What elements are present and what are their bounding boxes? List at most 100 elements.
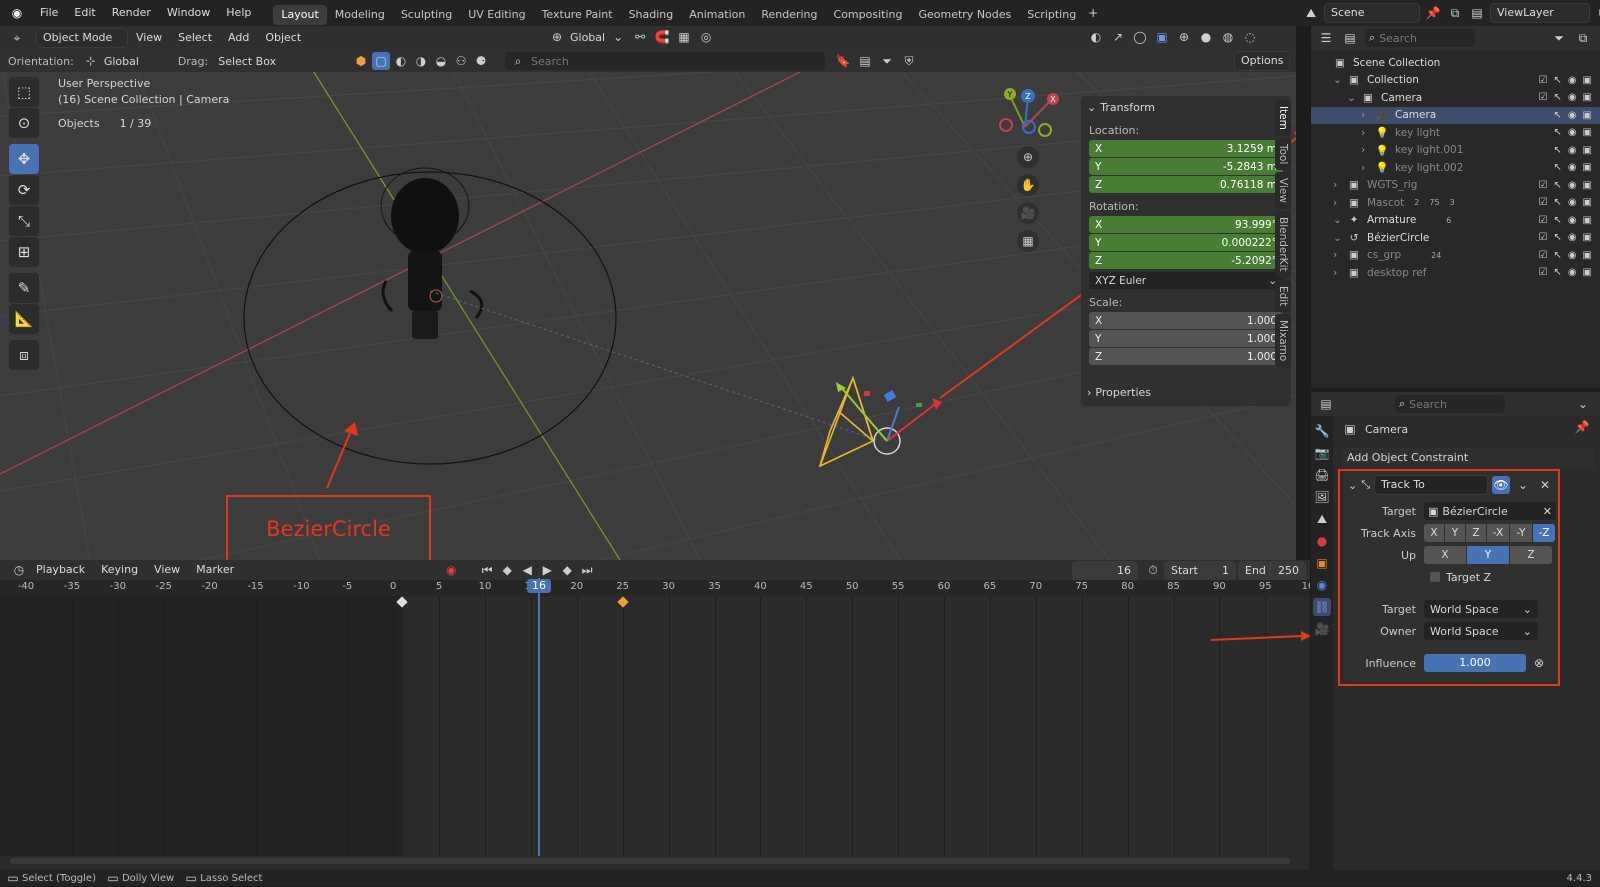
outliner-search[interactable]: ⌕ Search: [1365, 29, 1475, 47]
orientation-select[interactable]: ⊹ Global: [82, 52, 168, 70]
play-reverse-icon[interactable]: ◀: [518, 561, 536, 579]
armature-filter-icon[interactable]: ⚇: [452, 52, 470, 70]
frame-ruler[interactable]: -40-35-30-25-20-15-10-505101520253035404…: [0, 580, 1321, 596]
checkbox-icon[interactable]: ☑: [1538, 232, 1547, 243]
expand-chevron-icon[interactable]: ⌄: [1333, 214, 1345, 226]
blender-logo-icon[interactable]: ◉: [8, 4, 26, 22]
outliner-editor-icon[interactable]: ☰: [1317, 29, 1335, 47]
checkbox-icon[interactable]: ☑: [1538, 197, 1547, 208]
eye-icon[interactable]: ◉: [1568, 92, 1577, 103]
transform-tool[interactable]: ⊞: [9, 237, 39, 267]
rotation-z-field[interactable]: Z -5.2092°: [1089, 252, 1283, 269]
expand-chevron-icon[interactable]: ›: [1361, 162, 1373, 174]
shield-icon[interactable]: ⛨: [900, 52, 918, 70]
select-box-tool[interactable]: ⬚: [9, 77, 39, 107]
expand-chevron-icon[interactable]: ›: [1333, 197, 1345, 209]
tab-tool[interactable]: Tool: [1275, 137, 1291, 171]
select-arrow-icon[interactable]: ↖: [1553, 145, 1561, 156]
outliner-item[interactable]: ›🎥Camera☑↖◉▣: [1311, 106, 1600, 124]
add-workspace-icon[interactable]: +: [1084, 4, 1102, 22]
mode-select[interactable]: Object Mode: [36, 28, 128, 48]
expand-chevron-icon[interactable]: ›: [1361, 127, 1373, 139]
expand-chevron-icon[interactable]: ›: [1361, 109, 1373, 121]
tab-geometry-nodes[interactable]: Geometry Nodes: [910, 5, 1019, 25]
pin-icon[interactable]: 📌: [1424, 4, 1442, 22]
select-arrow-icon[interactable]: ↖: [1553, 215, 1561, 226]
add-constraint-button[interactable]: Add Object Constraint: [1341, 448, 1595, 468]
location-x-field[interactable]: X 3.1259 m: [1089, 140, 1283, 157]
jump-end-icon[interactable]: ⏭: [578, 561, 596, 579]
camera-render-icon[interactable]: ▣: [1583, 250, 1592, 261]
tab-blenderkit[interactable]: BlenderKit: [1275, 211, 1291, 278]
expand-chevron-icon[interactable]: ›: [1333, 249, 1345, 261]
scene-field[interactable]: Scene: [1324, 3, 1420, 23]
outliner-item[interactable]: ⌄ ▣ Collection ☑ ↖ ◉ ▣: [1311, 72, 1600, 90]
camera-render-icon[interactable]: ▣: [1583, 162, 1592, 173]
expand-chevron-icon[interactable]: ›: [1333, 267, 1345, 279]
prev-key-icon[interactable]: ◆: [498, 561, 516, 579]
display-mode-icon[interactable]: ▤: [1341, 29, 1359, 47]
camera-view-icon[interactable]: 🎥: [1017, 202, 1039, 224]
timeline-editor[interactable]: ◷ Playback Keying View Marker ◉ ⏮ ◆ ◀ ▶ …: [0, 560, 1321, 870]
proportional-edit-icon[interactable]: ◎: [697, 28, 715, 46]
scene-tab-icon[interactable]: ⛰: [1313, 510, 1331, 528]
eye-icon[interactable]: ◉: [1568, 110, 1577, 121]
scene-add-icon[interactable]: ⧉: [1446, 4, 1464, 22]
select-arrow-icon[interactable]: ↖: [1553, 110, 1561, 121]
pivot-icon[interactable]: ⚯: [631, 28, 649, 46]
ortho-grid-icon[interactable]: ▦: [1017, 230, 1039, 252]
eye-icon[interactable]: ◉: [1568, 197, 1577, 208]
eye-icon[interactable]: ◉: [1568, 127, 1577, 138]
rotate-tool[interactable]: ⟳: [9, 175, 39, 205]
drag-select[interactable]: Select Box: [218, 55, 276, 68]
camera-render-icon[interactable]: ▣: [1583, 75, 1592, 86]
tab-view[interactable]: View: [1275, 172, 1291, 210]
properties-editor-icon[interactable]: ▤: [1317, 395, 1335, 413]
filter-icon[interactable]: ⏷: [1550, 29, 1568, 47]
location-y-field[interactable]: Y -5.2843 m: [1089, 158, 1283, 175]
tool-tab-icon[interactable]: 🔧: [1313, 422, 1331, 440]
next-key-icon[interactable]: ◆: [558, 561, 576, 579]
view-layer-field[interactable]: ViewLayer: [1490, 3, 1590, 23]
eye-icon[interactable]: ◉: [1568, 250, 1577, 261]
eye-icon[interactable]: ◉: [1568, 232, 1577, 243]
start-frame-field[interactable]: Start 1: [1164, 561, 1236, 581]
view-layer-tab-icon[interactable]: 🖼: [1313, 488, 1331, 506]
scene-icon[interactable]: ⛰: [1302, 4, 1320, 22]
outliner-item[interactable]: ⌄ ▣ Camera ☑ ↖ ◉ ▣: [1311, 89, 1600, 107]
object-tab-icon[interactable]: ▣: [1313, 554, 1331, 572]
outliner-item[interactable]: › ▣ desktop ref ☑ ↖ ◉ ▣: [1311, 264, 1600, 282]
xray-icon[interactable]: ▣: [1153, 28, 1171, 46]
camera-render-icon[interactable]: ▣: [1583, 232, 1592, 243]
solid-shading-icon[interactable]: ●: [1197, 28, 1215, 46]
tab-rendering[interactable]: Rendering: [753, 5, 825, 25]
cursor-tool[interactable]: ⊙: [9, 108, 39, 138]
camera-render-icon[interactable]: ▣: [1583, 197, 1592, 208]
menu-edit[interactable]: Edit: [66, 0, 103, 26]
tab-modeling[interactable]: Modeling: [327, 5, 393, 25]
tab-texture-paint[interactable]: Texture Paint: [534, 5, 621, 25]
eye-icon[interactable]: ◉: [1568, 215, 1577, 226]
tab-sculpting[interactable]: Sculpting: [393, 5, 460, 25]
view-layer-add-icon[interactable]: ⧉: [1594, 4, 1600, 22]
output-tab-icon[interactable]: 🖨: [1313, 466, 1331, 484]
playhead-line[interactable]: [538, 578, 540, 856]
outliner-item[interactable]: ▣ Scene Collection: [1311, 54, 1600, 72]
render-tab-icon[interactable]: 📷: [1313, 444, 1331, 462]
navigation-gizmo[interactable]: Y Z X: [999, 88, 1059, 137]
menu-render[interactable]: Render: [104, 0, 159, 26]
annotate-tool[interactable]: ✎: [9, 273, 39, 303]
menu-window[interactable]: Window: [159, 0, 218, 26]
expand-chevron-icon[interactable]: ⌄: [1347, 92, 1359, 104]
pan-hand-icon[interactable]: ✋: [1017, 174, 1039, 196]
scale-tool[interactable]: ⤡: [9, 206, 39, 236]
object-type-icon[interactable]: ⬢: [352, 52, 370, 70]
scale-z-field[interactable]: Z 1.000: [1089, 348, 1283, 365]
eye-icon[interactable]: ◉: [1568, 162, 1577, 173]
curve-filter-icon[interactable]: ◐: [392, 52, 410, 70]
material-shading-icon[interactable]: ◍: [1219, 28, 1237, 46]
world-tab-icon[interactable]: ●: [1313, 532, 1331, 550]
collection-icon[interactable]: ▤: [856, 52, 874, 70]
select-arrow-icon[interactable]: ↖: [1553, 267, 1561, 278]
timeline-editor-icon[interactable]: ◷: [10, 561, 28, 579]
